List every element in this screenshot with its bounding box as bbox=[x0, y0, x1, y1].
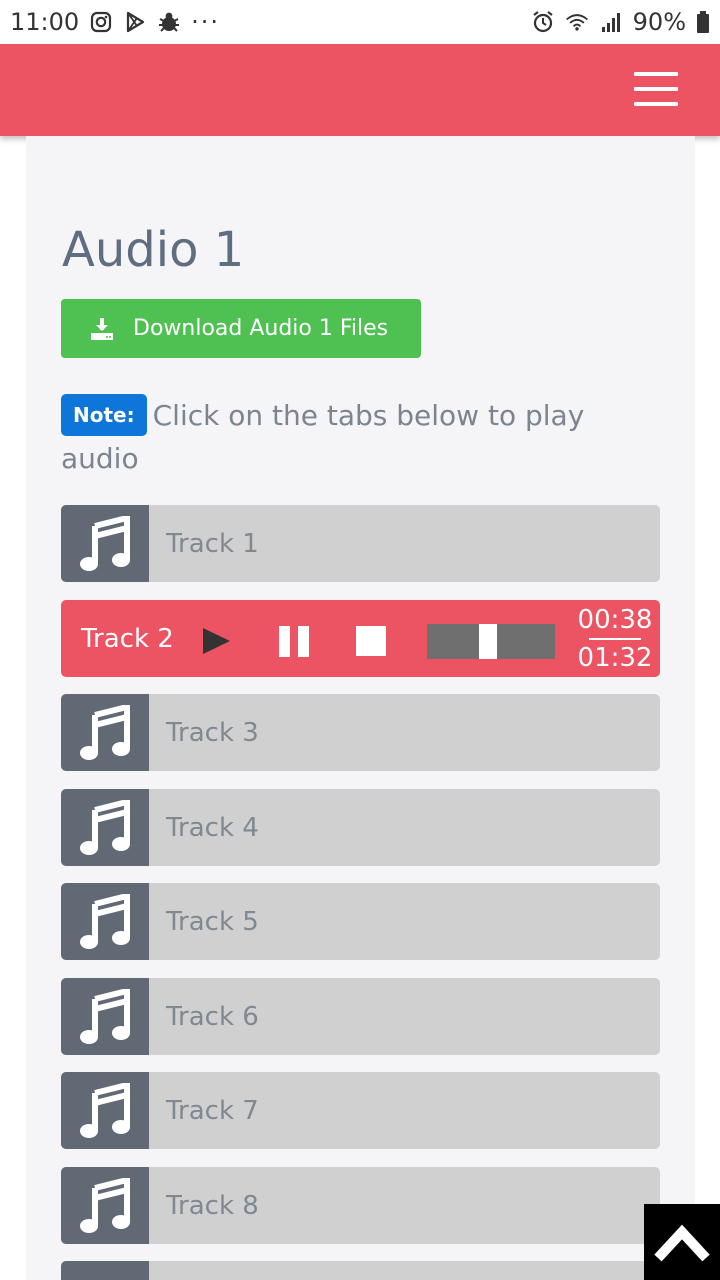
track-player-active[interactable]: Track 2 00:38 01:32 bbox=[61, 600, 660, 677]
note: Note: Click on the tabs below to play aud… bbox=[61, 394, 661, 480]
music-note-icon bbox=[80, 988, 130, 1044]
wifi-icon bbox=[565, 10, 589, 34]
music-note-icon bbox=[80, 1177, 130, 1233]
track-item[interactable]: Track 3 bbox=[61, 694, 660, 771]
more-notifications-icon: ··· bbox=[191, 8, 221, 36]
alarm-icon bbox=[531, 10, 555, 34]
battery-icon bbox=[696, 10, 710, 34]
stop-icon[interactable] bbox=[355, 625, 387, 657]
track-icon-box bbox=[61, 978, 149, 1055]
track-item[interactable]: Track 4 bbox=[61, 789, 660, 866]
track-item[interactable]: Track 1 bbox=[61, 505, 660, 582]
status-time: 11:00 bbox=[10, 8, 80, 36]
status-bar: 11:00 ··· 90% bbox=[0, 0, 720, 44]
hamburger-menu-icon[interactable] bbox=[634, 72, 678, 106]
time-divider bbox=[589, 637, 641, 640]
track-item[interactable]: Track 5 bbox=[61, 883, 660, 960]
track-icon-box bbox=[61, 1072, 149, 1149]
track-icon-box bbox=[61, 1261, 149, 1280]
track-item[interactable]: Track 6 bbox=[61, 978, 660, 1055]
progress-slider[interactable] bbox=[427, 624, 555, 659]
download-button[interactable]: Download Audio 1 Files bbox=[61, 299, 421, 358]
scroll-to-top-button[interactable] bbox=[644, 1204, 720, 1280]
duration: 01:32 bbox=[577, 642, 653, 673]
music-note-icon bbox=[80, 704, 130, 760]
active-track-label: Track 2 bbox=[81, 623, 174, 654]
time-display: 00:38 01:32 bbox=[577, 600, 653, 677]
music-note-icon bbox=[80, 799, 130, 855]
battery-percent: 90% bbox=[632, 8, 686, 36]
track-label: Track 5 bbox=[166, 906, 259, 937]
track-icon-box bbox=[61, 1167, 149, 1244]
track-icon-box bbox=[61, 789, 149, 866]
note-badge: Note: bbox=[61, 394, 147, 436]
download-label: Download Audio 1 Files bbox=[133, 316, 389, 341]
music-note-icon bbox=[80, 515, 130, 571]
bug-icon bbox=[157, 10, 181, 34]
track-label: Track 3 bbox=[166, 717, 259, 748]
music-note-icon bbox=[80, 893, 130, 949]
track-item[interactable]: Track 8 bbox=[61, 1167, 660, 1244]
music-note-icon bbox=[80, 1082, 130, 1138]
play-icon[interactable] bbox=[199, 624, 233, 658]
download-icon bbox=[91, 317, 113, 340]
track-item[interactable]: Track 7 bbox=[61, 1072, 660, 1149]
play-store-icon bbox=[123, 10, 147, 34]
track-icon-box bbox=[61, 694, 149, 771]
signal-icon bbox=[599, 10, 623, 34]
current-time: 00:38 bbox=[577, 604, 653, 635]
top-navbar bbox=[0, 44, 720, 136]
track-label: Track 7 bbox=[166, 1095, 259, 1126]
track-item[interactable] bbox=[61, 1261, 660, 1280]
instagram-icon bbox=[89, 10, 113, 34]
track-icon-box bbox=[61, 505, 149, 582]
chevron-up-icon bbox=[654, 1224, 710, 1262]
track-icon-box bbox=[61, 883, 149, 960]
track-label: Track 6 bbox=[166, 1001, 259, 1032]
progress-thumb[interactable] bbox=[479, 624, 497, 659]
track-label: Track 4 bbox=[166, 812, 259, 843]
track-label: Track 8 bbox=[166, 1190, 259, 1221]
track-label: Track 1 bbox=[166, 528, 259, 559]
status-left: 11:00 ··· bbox=[10, 8, 220, 36]
status-right: 90% bbox=[531, 8, 710, 36]
page-title: Audio 1 bbox=[62, 222, 245, 278]
pause-icon[interactable] bbox=[278, 625, 310, 658]
